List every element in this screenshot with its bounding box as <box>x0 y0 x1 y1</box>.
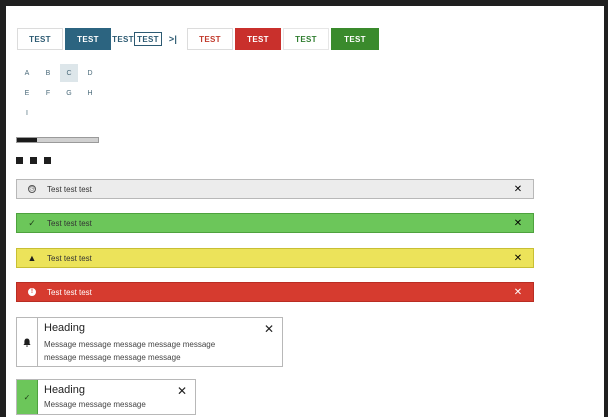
alert-circle-icon: ! <box>17 288 47 296</box>
outline-primary-button[interactable]: TEST <box>17 28 63 50</box>
solid-success-button[interactable]: TEST <box>331 28 379 50</box>
grid-cell[interactable]: F <box>39 84 57 102</box>
component-showcase: TEST TEST TEST TEST >| TEST TEST TEST TE… <box>6 6 604 417</box>
toast-heading: Heading <box>44 322 85 334</box>
banner-text: Test test test <box>47 287 92 297</box>
loading-dot <box>44 157 51 164</box>
banner-text: Test test test <box>47 253 92 263</box>
solid-primary-button[interactable]: TEST <box>65 28 111 50</box>
checkmark-icon: ✓ <box>17 380 38 414</box>
banner-text: Test test test <box>47 218 92 228</box>
toast-message: Message message message <box>44 400 146 409</box>
clock-icon: ◷ <box>28 185 36 193</box>
success-toast: ✓ Heading Message message message ✕ <box>16 379 196 415</box>
solid-danger-button[interactable]: TEST <box>235 28 281 50</box>
close-icon[interactable]: ✕ <box>256 318 282 366</box>
close-icon[interactable]: ✕ <box>503 184 533 195</box>
loading-dot <box>30 157 37 164</box>
grid-cell[interactable]: H <box>81 84 99 102</box>
grid-cell[interactable]: D <box>81 64 99 82</box>
outline-danger-button[interactable]: TEST <box>187 28 233 50</box>
toast-body: Heading Message message message message … <box>38 318 256 366</box>
warning-triangle-icon: ▲ <box>27 253 37 263</box>
skip-end-icon[interactable]: >| <box>164 28 182 50</box>
bell-icon <box>17 318 38 366</box>
close-icon[interactable]: ✕ <box>503 218 533 229</box>
checkmark-icon: ✓ <box>28 217 36 228</box>
boxed-text-button[interactable]: TEST <box>134 32 162 46</box>
success-banner: ✓ Test test test ✕ <box>16 213 534 233</box>
grid-cell[interactable]: E <box>18 84 36 102</box>
close-icon[interactable]: ✕ <box>503 287 533 298</box>
progress-bar <box>16 137 99 143</box>
grid-cell[interactable]: B <box>39 64 57 82</box>
warning-banner: ▲ Test test test ✕ <box>16 248 534 268</box>
close-icon[interactable]: ✕ <box>169 380 195 414</box>
loading-dot <box>16 157 23 164</box>
info-banner: ◷ Test test test ✕ <box>16 179 534 199</box>
grid-cell-selected[interactable]: C <box>60 64 78 82</box>
text-button[interactable]: TEST <box>112 28 133 50</box>
toast-message: Message message message message message <box>44 340 216 349</box>
banner-text: Test test test <box>47 184 92 194</box>
grid-cell[interactable]: I <box>18 104 36 122</box>
danger-banner: ! Test test test ✕ <box>16 282 534 302</box>
close-icon[interactable]: ✕ <box>503 253 533 264</box>
toast-body: Heading Message message message <box>38 380 169 414</box>
notification-toast: Heading Message message message message … <box>16 317 283 367</box>
grid-cell[interactable]: G <box>60 84 78 102</box>
progress-fill <box>17 138 38 142</box>
toast-message: message message message message <box>44 353 181 362</box>
outline-success-button[interactable]: TEST <box>283 28 329 50</box>
grid-cell[interactable]: A <box>18 64 36 82</box>
toast-heading: Heading <box>44 384 85 396</box>
